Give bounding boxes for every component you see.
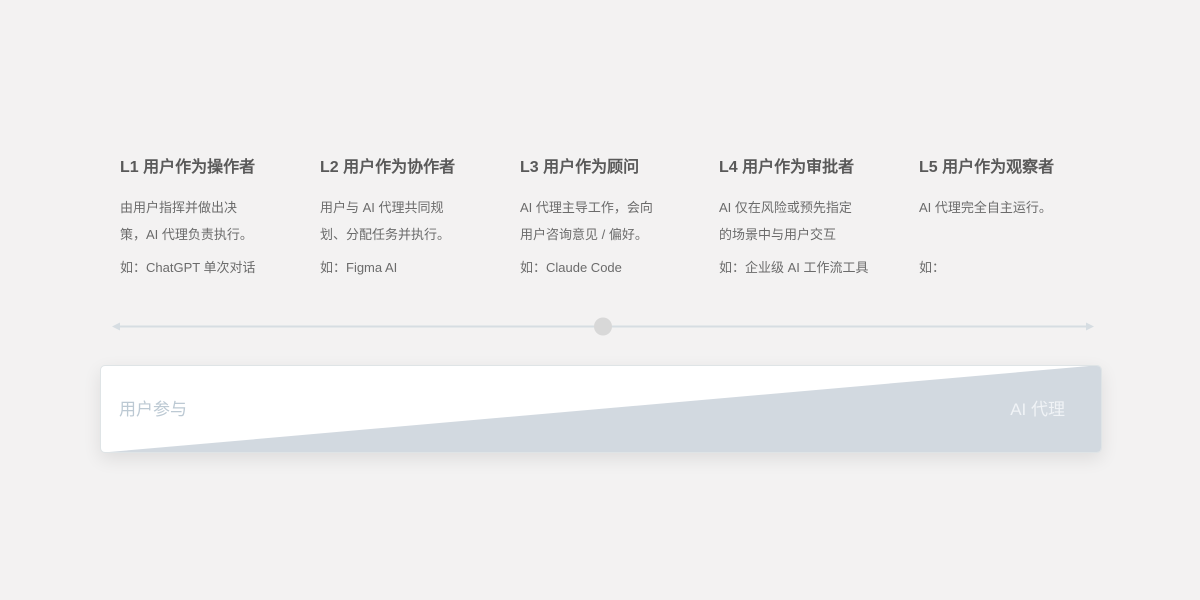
ai-agent-wedge [109, 366, 1101, 452]
ai-agent-label: AI 代理 [1010, 400, 1065, 419]
axis-right-arrow-icon [1086, 322, 1094, 331]
axis-left-arrow-icon [112, 322, 120, 331]
participation-gradient-bar: 用户参与 AI 代理 [100, 365, 1102, 453]
slider-knob[interactable] [594, 317, 612, 336]
user-participation-label: 用户参与 [119, 400, 187, 419]
gradient-wedge [109, 366, 1101, 452]
autonomy-axis [112, 317, 1094, 336]
